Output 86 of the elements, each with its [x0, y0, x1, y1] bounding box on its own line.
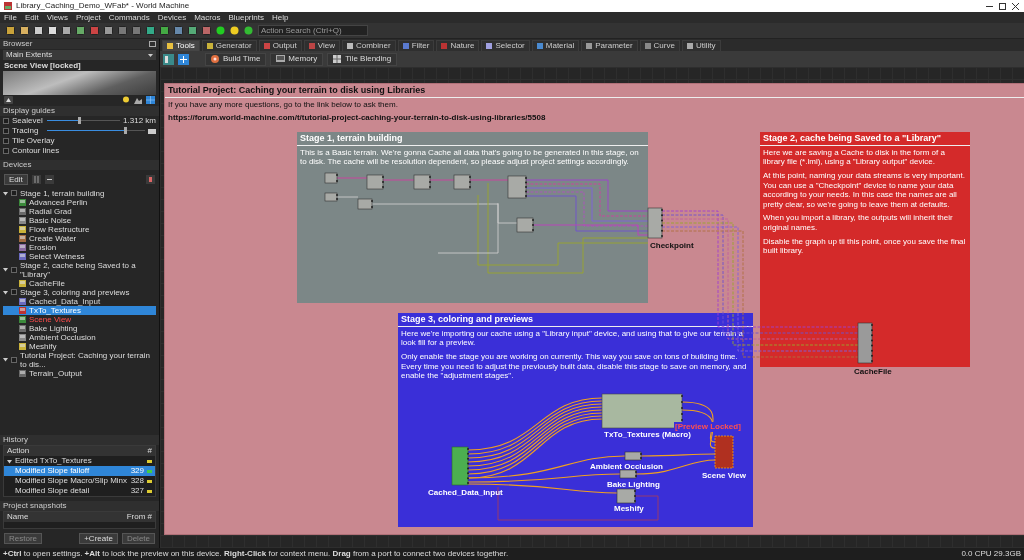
device-item[interactable]: CacheFile [3, 278, 156, 288]
menu-item[interactable]: Macros [194, 12, 221, 23]
stage-text: When you import a library, the outputs will inherit their original names. [763, 213, 954, 233]
tab[interactable]: Selector [481, 40, 530, 51]
tool-button[interactable]: Tile Blending [327, 52, 398, 66]
history-row[interactable]: Edited TxTo_Textures [4, 456, 155, 466]
edit-button[interactable]: Edit [4, 173, 28, 185]
slider-reading: 1.312 km [123, 115, 156, 126]
device-item[interactable]: Create Water [3, 233, 156, 243]
device-item[interactable]: Flow Restructure [3, 224, 156, 234]
device-item[interactable]: Basic Noise [3, 215, 156, 225]
tool-button[interactable]: Memory [270, 52, 324, 66]
section-title: Project snapshots [0, 501, 159, 511]
device-item[interactable]: Terrain_Output [3, 368, 156, 378]
history-row[interactable]: Modified Slope Macro/Slip Minx 328 [4, 476, 155, 486]
section-title: History [0, 435, 159, 445]
stage-text: At this point, naming your data streams is very important. You can use a "Checkpoint" device to name your data according to your needs. In this case the names are all pretty clear, so we're going to leave them at defaults. [763, 171, 966, 210]
node-label: Bake Lighting [607, 480, 660, 490]
device-item[interactable]: Erosion [3, 242, 156, 252]
group-label[interactable]: Stage 3, coloring and previews [20, 287, 130, 297]
stage-title: Stage 1, terrain building [297, 132, 648, 146]
view-dropdown[interactable]: Main Extents [3, 50, 156, 60]
section-title: Display guides [0, 105, 159, 116]
tab[interactable]: Nature [436, 40, 480, 51]
tab[interactable]: Utility [681, 40, 721, 51]
forum-link[interactable]: https://forum.world-machine.com/t/tutorial-project-caching-your-terrain-to-disk-using-libraries/5508 [168, 113, 546, 123]
device-item[interactable]: Ambient Occlusion [3, 332, 156, 342]
node-label: Ambient Occlusion [590, 462, 663, 472]
menu-item[interactable]: Devices [157, 12, 187, 23]
device-item[interactable]: Meshify [3, 341, 156, 351]
device-item[interactable]: Select Wetness [3, 251, 156, 261]
stage-text: Here we are saving a Cache to disk in the form of a library file (*.lml), using a "Library output" device. [763, 147, 946, 167]
comment-title: Tutorial Project: Caching your terrain to disk using Libraries [165, 84, 1024, 98]
history-row[interactable]: Modified Slope detail 327 [4, 486, 155, 496]
menu-item[interactable]: Project [75, 12, 101, 23]
stage-text: Only enable the stage you are working on currently. This way you save on tons of building time. Every time you need to adjust the previously built data, disable this stage to save on memory, and enable the "adjustment stages". [401, 352, 748, 381]
tab[interactable]: Tools [162, 40, 200, 51]
stage-title: Stage 2, cache being Saved to a "Library" [760, 132, 970, 146]
device-item[interactable]: Radial Grad [3, 206, 156, 216]
node-label: Meshify [614, 504, 644, 514]
device-item[interactable]: Advanced Perlin [3, 197, 156, 207]
panel-title: Browser [3, 39, 33, 49]
column-header: Action [7, 446, 31, 456]
node-label: Cached_Data_Input [428, 488, 503, 498]
menu-item[interactable]: Edit [24, 12, 39, 23]
column-header: Name [7, 512, 30, 522]
menu-item[interactable]: Views [46, 12, 68, 23]
device-item[interactable]: TxTo_Textures [3, 305, 156, 315]
device-item[interactable]: Cached_Data_Input [3, 296, 156, 306]
snapshot-button[interactable]: +Create [79, 533, 118, 544]
preview-title: Scene View [locked] [3, 61, 82, 71]
menu-item[interactable]: Commands [108, 12, 150, 23]
status-hint: +Ctrl to open settings. +Alt to lock the preview on this device. Right-Click for context menu. Drag from a port to connect two devices together. [3, 549, 509, 559]
window-title: Library_Caching_Demo_WFab* - World Machine [16, 1, 191, 11]
stage-text: Disable the graph up til this point, once you save the final built library. [763, 236, 967, 256]
group-label[interactable]: Tutorial Project: Caching your terrain to dis... [20, 350, 156, 369]
node-label: TxTo_Textures (Macro) [604, 430, 691, 440]
guide-label: Contour lines [12, 145, 60, 156]
section-title: Devices [0, 159, 159, 170]
guide-label: Tracing [12, 125, 40, 136]
tool-button[interactable]: Build Time [205, 52, 267, 66]
column-header: # [147, 446, 152, 456]
tab[interactable]: Curve [639, 40, 680, 51]
history-row[interactable]: Modified Slope falloff 329 [4, 466, 155, 476]
node-label: Scene View [702, 471, 746, 481]
device-item[interactable]: Scene View [3, 314, 156, 324]
status-stats: 0.0 CPU 29.3GB [961, 549, 1021, 559]
node-label: CacheFile [854, 367, 892, 377]
guide-label: Tile Overlay [12, 135, 55, 146]
menu-item[interactable]: Help [271, 12, 289, 23]
group-label[interactable]: Stage 1, terrain building [20, 188, 105, 198]
stage-text: Here we're importing our cache using a "Library input" device, and using that to give our terrain a look fill for a preview. [401, 328, 745, 348]
tab[interactable]: Output [258, 40, 302, 51]
comment-text: If you have any more questions, go to the link below to ask them. [168, 99, 399, 110]
tab[interactable]: View [303, 40, 340, 51]
group-label[interactable]: Stage 2, cache being Saved to a "Library" [20, 260, 156, 279]
stage-text: This is a Basic terrain. We're gonna Cache all data that's going to be generated in this stage, on to disk. The cache will be resolution dependent, so please adjust project settings accordingly. [300, 147, 640, 167]
preview-locked-label: [Preview Locked] [674, 422, 742, 432]
menu-item[interactable]: File [4, 12, 17, 23]
guide-label: Sealevel [12, 115, 44, 126]
action-search-field[interactable]: Action Search (Ctrl+Q) [258, 25, 368, 36]
column-header: From # [126, 512, 152, 522]
stage-title: Stage 3, coloring and previews [398, 313, 753, 327]
node-label: Checkpoint [650, 241, 694, 251]
device-item[interactable]: Bake Lighting [3, 323, 156, 333]
menu-item[interactable]: Blueprints [228, 12, 264, 23]
